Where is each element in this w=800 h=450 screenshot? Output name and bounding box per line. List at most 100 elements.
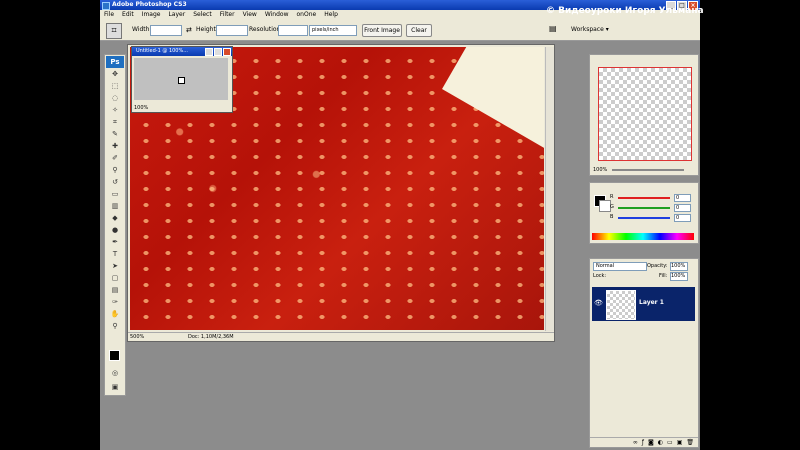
navigator-thumbnail[interactable] — [598, 67, 692, 161]
layers-panel: Normal Opacity: 100% Lock: Fill: 100% 👁 … — [589, 258, 699, 448]
canvas-marker — [178, 77, 185, 84]
doc-zoom-value[interactable]: 500% — [130, 333, 144, 341]
eraser-tool-icon[interactable]: ▭ — [106, 189, 124, 200]
type-tool-icon[interactable]: T — [106, 249, 124, 260]
blur-tool-icon[interactable]: ◆ — [106, 213, 124, 224]
width-field[interactable] — [150, 25, 182, 36]
untitled-title: Untitled-1 @ 100%... — [136, 48, 189, 54]
quick-mask-icon[interactable]: ◎ — [106, 368, 124, 379]
green-channel-value[interactable]: 0 — [674, 204, 691, 212]
slice-tool-icon[interactable]: ✎ — [106, 129, 124, 140]
layer-thumbnail — [606, 290, 636, 320]
swap-icon[interactable]: ⇄ — [186, 26, 192, 34]
eyedropper-tool-icon[interactable]: ✑ — [106, 297, 124, 308]
dodge-tool-icon[interactable]: ● — [106, 225, 124, 236]
new-layer-icon[interactable]: ▣ — [677, 438, 683, 447]
layer-style-icon[interactable]: ƒ — [642, 438, 644, 447]
hand-tool-icon[interactable]: ✋ — [106, 309, 124, 320]
foreground-color-swatch[interactable] — [109, 350, 120, 361]
resolution-units-select[interactable]: pixels/inch — [309, 25, 357, 36]
layers-footer: ∞ ƒ ◙ ◐ ▭ ▣ 🗑 — [590, 437, 698, 447]
height-label: Height: — [196, 26, 218, 33]
eye-icon[interactable]: 👁 — [594, 299, 603, 307]
color-panel: R 0 G 0 B 0 — [589, 182, 699, 244]
navigator-panel: 100% — [589, 54, 699, 176]
ps-logo-icon[interactable]: Ps — [106, 56, 124, 68]
crop-tool-icon[interactable]: ⌗ — [106, 117, 124, 128]
green-channel-label: G — [610, 204, 614, 210]
zoom-tool-icon[interactable]: ⚲ — [106, 321, 124, 332]
blue-channel-label: B — [610, 214, 614, 220]
menu-window[interactable]: Window — [261, 10, 293, 20]
menu-edit[interactable]: Edit — [118, 10, 138, 20]
height-field[interactable] — [216, 25, 248, 36]
resolution-field[interactable] — [278, 25, 308, 36]
fill-label: Fill: — [659, 273, 668, 279]
red-channel-slider[interactable] — [618, 197, 670, 199]
layer-row[interactable]: 👁 Layer 1 — [592, 287, 695, 321]
menu-onone[interactable]: onOne — [293, 10, 321, 20]
delete-layer-icon[interactable]: 🗑 — [686, 438, 694, 447]
new-group-icon[interactable]: ▭ — [667, 438, 673, 447]
navigator-zoom[interactable]: 100% — [593, 167, 607, 173]
untitled-canvas[interactable] — [134, 58, 228, 100]
gradient-tool-icon[interactable]: ▥ — [106, 201, 124, 212]
opacity-label: Opacity: — [647, 263, 668, 269]
blue-channel-slider[interactable] — [618, 217, 670, 219]
fill-field[interactable]: 100% — [670, 272, 688, 281]
menu-filter[interactable]: Filter — [216, 10, 239, 20]
blend-mode-select[interactable]: Normal — [593, 262, 647, 271]
blue-channel-value[interactable]: 0 — [674, 214, 691, 222]
menu-image[interactable]: Image — [138, 10, 165, 20]
layer-mask-icon[interactable]: ◙ — [648, 438, 654, 447]
window-title: Adobe Photoshop CS3 — [112, 1, 187, 8]
document-status-bar: 500% Doc: 1,10M/2,36M — [128, 332, 554, 341]
width-label: Width: — [132, 26, 152, 33]
brush-tool-icon[interactable]: ✐ — [106, 153, 124, 164]
color-ramp[interactable] — [592, 233, 694, 240]
lasso-tool-icon[interactable]: ◌ — [106, 93, 124, 104]
pen-tool-icon[interactable]: ✒ — [106, 237, 124, 248]
navigator-zoom-slider[interactable] — [612, 169, 684, 171]
red-channel-value[interactable]: 0 — [674, 194, 691, 202]
palette-well-icon[interactable]: ▤ — [549, 24, 557, 33]
doc-size-info: Doc: 1,10M/2,36M — [188, 334, 234, 340]
path-selection-tool-icon[interactable]: ➤ — [106, 261, 124, 272]
clear-button[interactable]: Clear — [406, 24, 432, 37]
screen-mode-icon[interactable]: ▣ — [106, 382, 124, 393]
front-image-button[interactable]: Front Image — [362, 24, 402, 37]
adjustment-layer-icon[interactable]: ◐ — [658, 438, 663, 447]
untitled-close-button[interactable] — [223, 48, 231, 56]
clone-stamp-tool-icon[interactable]: ⚲ — [106, 165, 124, 176]
menu-select[interactable]: Select — [189, 10, 216, 20]
untitled-minimize-button[interactable] — [205, 48, 213, 56]
photoshop-screen: Adobe Photoshop CS3 _ □ × File Edit Imag… — [100, 0, 700, 450]
untitled-document-window[interactable]: Untitled-1 @ 100%... 100% — [131, 46, 233, 113]
marquee-tool-icon[interactable]: ⬚ — [106, 81, 124, 92]
photoshop-app-icon — [102, 2, 110, 10]
untitled-title-bar[interactable]: Untitled-1 @ 100%... — [132, 47, 232, 56]
opacity-field[interactable]: 100% — [670, 262, 688, 271]
layer-name[interactable]: Layer 1 — [639, 299, 664, 306]
untitled-window-controls — [205, 48, 231, 56]
magic-wand-tool-icon[interactable]: ✧ — [106, 105, 124, 116]
menu-view[interactable]: View — [239, 10, 261, 20]
notes-tool-icon[interactable]: ▤ — [106, 285, 124, 296]
untitled-zoom-value[interactable]: 100% — [134, 105, 148, 111]
watermark-text: © Видеоуроки Игоря Ульмана — [546, 6, 704, 16]
workspace-menu[interactable]: Workspace ▾ — [571, 26, 609, 33]
menu-file[interactable]: File — [100, 10, 118, 20]
menu-layer[interactable]: Layer — [164, 10, 189, 20]
untitled-maximize-button[interactable] — [214, 48, 222, 56]
healing-brush-tool-icon[interactable]: ✚ — [106, 141, 124, 152]
shape-tool-icon[interactable]: ▢ — [106, 273, 124, 284]
crop-tool-icon[interactable]: ⌗ — [106, 23, 122, 39]
red-channel-label: R — [610, 194, 614, 200]
vertical-scrollbar[interactable] — [545, 47, 554, 331]
history-brush-tool-icon[interactable]: ↺ — [106, 177, 124, 188]
lock-label: Lock: — [593, 273, 607, 279]
link-layers-icon[interactable]: ∞ — [633, 438, 638, 447]
green-channel-slider[interactable] — [618, 207, 670, 209]
menu-help[interactable]: Help — [320, 10, 342, 20]
move-tool-icon[interactable]: ✥ — [106, 69, 124, 80]
